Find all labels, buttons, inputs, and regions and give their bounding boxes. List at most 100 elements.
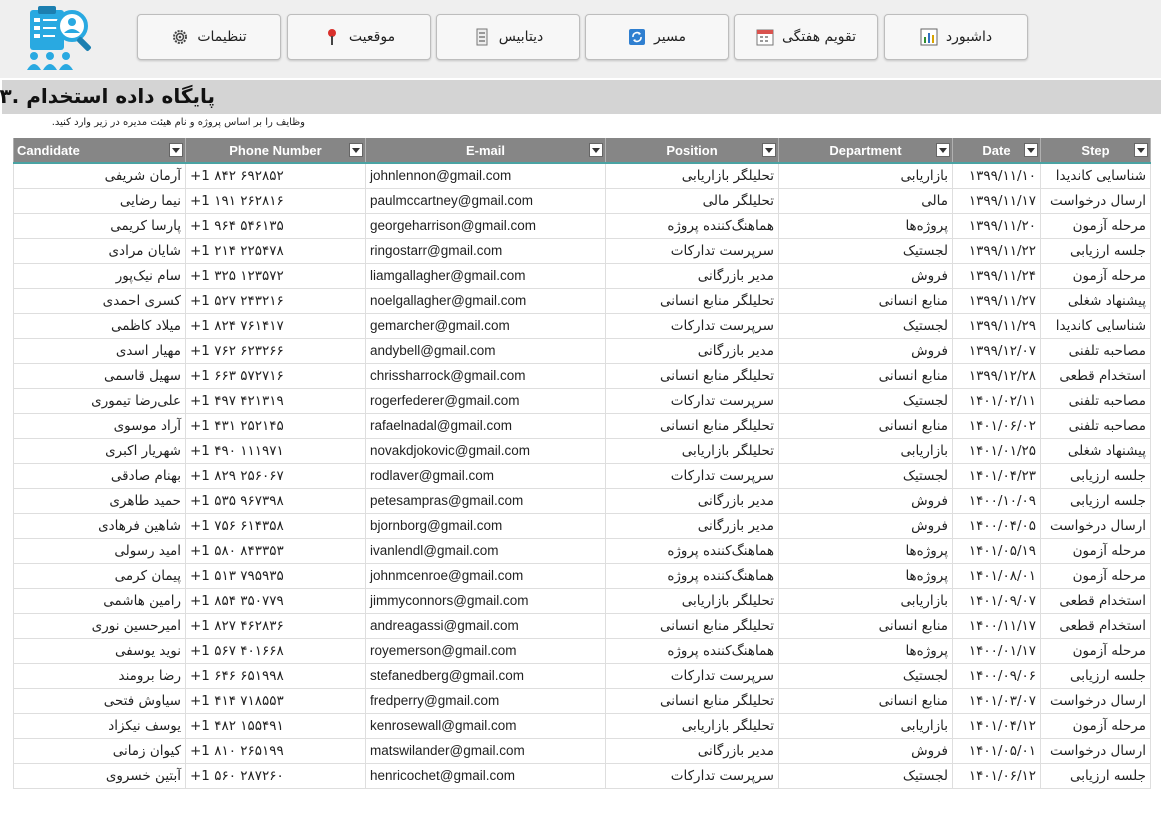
phone-cell[interactable]: +1 ۶۴۶ ۶۵۱۹۹۸ (185, 663, 366, 689)
step-cell[interactable]: ارسال درخواست (1040, 738, 1151, 764)
column-header-department[interactable]: Department (778, 138, 953, 164)
step-cell[interactable]: جلسه ارزیابی (1040, 663, 1151, 689)
department-cell[interactable]: منابع انسانی (778, 613, 953, 639)
step-cell[interactable]: مصاحبه تلفنی (1040, 388, 1151, 414)
department-cell[interactable]: فروش (778, 263, 953, 289)
candidate-cell[interactable]: نیما رضایی (13, 188, 186, 214)
position-cell[interactable]: تحلیلگر بازاریابی (605, 588, 779, 614)
phone-cell[interactable]: +1 ۴۹۰ ۱۱۱۹۷۱ (185, 438, 366, 464)
step-cell[interactable]: مرحله آزمون (1040, 638, 1151, 664)
department-cell[interactable]: بازاریابی (778, 438, 953, 464)
step-cell[interactable]: مرحله آزمون (1040, 263, 1151, 289)
email-link[interactable]: stefanedberg@gmail.com (365, 663, 606, 689)
date-cell[interactable]: ۱۴۰۱/۰۴/۱۲ (952, 713, 1041, 739)
step-cell[interactable]: ارسال درخواست (1040, 688, 1151, 714)
date-cell[interactable]: ۱۳۹۹/۱۱/۲۲ (952, 238, 1041, 264)
phone-cell[interactable]: +1 ۷۶۲ ۶۲۳۲۶۶ (185, 338, 366, 364)
email-link[interactable]: petesampras@gmail.com (365, 488, 606, 514)
email-link[interactable]: liamgallagher@gmail.com (365, 263, 606, 289)
phone-cell[interactable]: +1 ۸۵۴ ۳۵۰۷۷۹ (185, 588, 366, 614)
candidate-cell[interactable]: یوسف نیکزاد (13, 713, 186, 739)
date-cell[interactable]: ۱۴۰۱/۰۲/۱۱ (952, 388, 1041, 414)
date-cell[interactable]: ۱۴۰۱/۰۵/۰۱ (952, 738, 1041, 764)
phone-cell[interactable]: +1 ۴۸۲ ۱۵۵۴۹۱ (185, 713, 366, 739)
date-cell[interactable]: ۱۴۰۱/۰۶/۱۲ (952, 763, 1041, 789)
column-header-step[interactable]: Step (1040, 138, 1151, 164)
date-cell[interactable]: ۱۳۹۹/۱۱/۲۴ (952, 263, 1041, 289)
candidate-cell[interactable]: شاهین فرهادی (13, 513, 186, 539)
position-cell[interactable]: تحلیلگر بازاریابی (605, 438, 779, 464)
step-cell[interactable]: جلسه ارزیابی (1040, 463, 1151, 489)
department-cell[interactable]: بازاریابی (778, 588, 953, 614)
date-cell[interactable]: ۱۳۹۹/۱۲/۰۷ (952, 338, 1041, 364)
phone-cell[interactable]: +1 ۶۶۳ ۵۷۲۷۱۶ (185, 363, 366, 389)
email-link[interactable]: ringostarr@gmail.com (365, 238, 606, 264)
column-header-date[interactable]: Date (952, 138, 1041, 164)
department-cell[interactable]: بازاریابی (778, 163, 953, 189)
email-link[interactable]: jimmyconnors@gmail.com (365, 588, 606, 614)
nav-location-button[interactable]: موقعیت (287, 14, 431, 60)
phone-cell[interactable]: +1 ۵۶۷ ۴۰۱۶۶۸ (185, 638, 366, 664)
department-cell[interactable]: منابع انسانی (778, 688, 953, 714)
email-link[interactable]: fredperry@gmail.com (365, 688, 606, 714)
position-cell[interactable]: سرپرست تدارکات (605, 463, 779, 489)
date-cell[interactable]: ۱۴۰۰/۰۱/۱۷ (952, 638, 1041, 664)
email-link[interactable]: andreagassi@gmail.com (365, 613, 606, 639)
position-cell[interactable]: سرپرست تدارکات (605, 238, 779, 264)
phone-cell[interactable]: +1 ۵۸۰ ۸۴۳۳۵۳ (185, 538, 366, 564)
candidate-cell[interactable]: نوید یوسفی (13, 638, 186, 664)
phone-cell[interactable]: +1 ۸۲۷ ۴۶۲۸۳۶ (185, 613, 366, 639)
position-cell[interactable]: تحلیلگر منابع انسانی (605, 413, 779, 439)
department-cell[interactable]: فروش (778, 738, 953, 764)
email-link[interactable]: henricochet@gmail.com (365, 763, 606, 789)
step-cell[interactable]: استخدام قطعی (1040, 588, 1151, 614)
department-cell[interactable]: پروژه‌ها (778, 563, 953, 589)
position-cell[interactable]: تحلیلگر منابع انسانی (605, 613, 779, 639)
position-cell[interactable]: سرپرست تدارکات (605, 313, 779, 339)
date-cell[interactable]: ۱۳۹۹/۱۱/۱۰ (952, 163, 1041, 189)
position-cell[interactable]: مدیر بازرگانی (605, 263, 779, 289)
department-cell[interactable]: منابع انسانی (778, 363, 953, 389)
email-link[interactable]: bjornborg@gmail.com (365, 513, 606, 539)
email-link[interactable]: paulmccartney@gmail.com (365, 188, 606, 214)
phone-cell[interactable]: +1 ۵۶۰ ۲۸۷۲۶۰ (185, 763, 366, 789)
email-link[interactable]: ivanlendl@gmail.com (365, 538, 606, 564)
email-link[interactable]: royemerson@gmail.com (365, 638, 606, 664)
filter-dropdown-icon[interactable] (589, 143, 603, 157)
department-cell[interactable]: بازاریابی (778, 713, 953, 739)
date-cell[interactable]: ۱۴۰۱/۰۴/۲۳ (952, 463, 1041, 489)
email-link[interactable]: kenrosewall@gmail.com (365, 713, 606, 739)
department-cell[interactable]: لجستیک (778, 313, 953, 339)
candidate-cell[interactable]: امیرحسین نوری (13, 613, 186, 639)
position-cell[interactable]: مدیر بازرگانی (605, 338, 779, 364)
candidate-cell[interactable]: سام نیک‌پور (13, 263, 186, 289)
department-cell[interactable]: منابع انسانی (778, 413, 953, 439)
date-cell[interactable]: ۱۴۰۱/۰۱/۲۵ (952, 438, 1041, 464)
step-cell[interactable]: مرحله آزمون (1040, 213, 1151, 239)
candidate-cell[interactable]: حمید طاهری (13, 488, 186, 514)
date-cell[interactable]: ۱۳۹۹/۱۱/۱۷ (952, 188, 1041, 214)
candidate-cell[interactable]: کیوان زمانی (13, 738, 186, 764)
step-cell[interactable]: پیشنهاد شغلی (1040, 438, 1151, 464)
step-cell[interactable]: مرحله آزمون (1040, 563, 1151, 589)
date-cell[interactable]: ۱۳۹۹/۱۱/۲۹ (952, 313, 1041, 339)
step-cell[interactable]: استخدام قطعی (1040, 363, 1151, 389)
position-cell[interactable]: هماهنگ‌کننده پروژه (605, 213, 779, 239)
phone-cell[interactable]: +1 ۷۵۶ ۶۱۴۳۵۸ (185, 513, 366, 539)
department-cell[interactable]: فروش (778, 513, 953, 539)
date-cell[interactable]: ۱۴۰۱/۰۸/۰۱ (952, 563, 1041, 589)
nav-dashboard-button[interactable]: داشبورد (884, 14, 1028, 60)
date-cell[interactable]: ۱۴۰۰/۱۱/۱۷ (952, 613, 1041, 639)
candidate-cell[interactable]: پیمان کرمی (13, 563, 186, 589)
candidate-cell[interactable]: بهنام صادقی (13, 463, 186, 489)
position-cell[interactable]: تحلیلگر بازاریابی (605, 713, 779, 739)
phone-cell[interactable]: +1 ۹۶۴ ۵۴۶۱۳۵ (185, 213, 366, 239)
step-cell[interactable]: جلسه ارزیابی (1040, 488, 1151, 514)
column-header-candidate[interactable]: Candidate (13, 138, 186, 164)
department-cell[interactable]: لجستیک (778, 763, 953, 789)
phone-cell[interactable]: +1 ۸۲۴ ۷۶۱۴۱۷ (185, 313, 366, 339)
candidate-cell[interactable]: آراد موسوی (13, 413, 186, 439)
filter-dropdown-icon[interactable] (936, 143, 950, 157)
column-header-email[interactable]: E-mail (365, 138, 606, 164)
step-cell[interactable]: جلسه ارزیابی (1040, 763, 1151, 789)
